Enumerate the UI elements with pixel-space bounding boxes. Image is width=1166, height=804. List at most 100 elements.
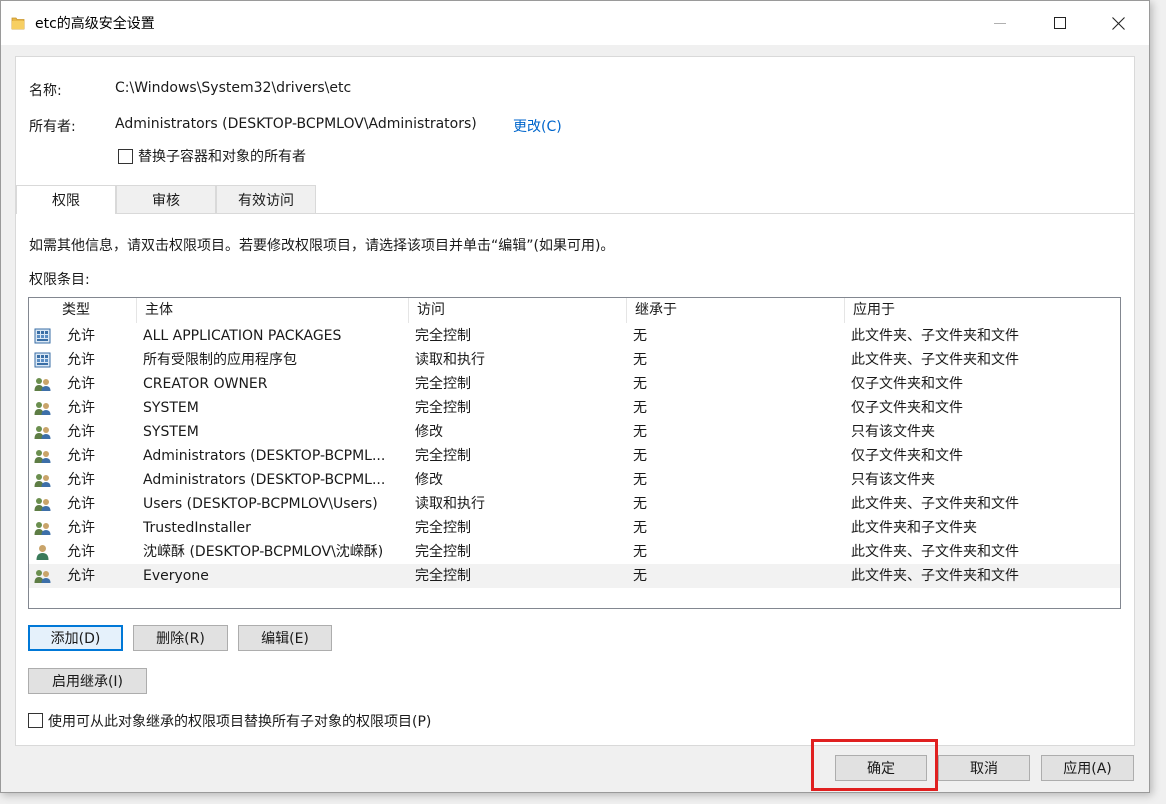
user-group-icon: [34, 448, 51, 464]
column-inherited-from[interactable]: 继承于: [627, 298, 845, 323]
permission-row[interactable]: 允许 Everyone 完全控制 无 此文件夹、子文件夹和文件: [29, 564, 1120, 588]
permission-row[interactable]: 允许 CREATOR OWNER 完全控制 无 仅子文件夹和文件: [29, 372, 1120, 396]
cell-type: 允许: [67, 568, 95, 584]
permission-row[interactable]: 允许 Users (DESKTOP-BCPMLOV\Users) 读取和执行 无 此文件…: [29, 492, 1120, 516]
cell-principal: ALL APPLICATION PACKAGES: [143, 328, 342, 344]
column-type[interactable]: 类型: [54, 298, 137, 323]
tab-permissions[interactable]: 权限: [16, 185, 116, 214]
cell-type: 允许: [67, 520, 95, 536]
cell-principal: 所有受限制的应用程序包: [143, 352, 297, 368]
cell-type: 允许: [67, 472, 95, 488]
cell-principal: 沈嵘酥 (DESKTOP-BCPMLOV\沈嵘酥): [143, 544, 384, 560]
cell-applies: 此文件夹、子文件夹和文件: [851, 496, 1019, 512]
cell-principal: TrustedInstaller: [143, 520, 251, 536]
minimize-icon: [994, 17, 1006, 29]
maximize-button[interactable]: [1031, 1, 1089, 45]
cell-access: 完全控制: [415, 520, 471, 536]
cell-inherited: 无: [633, 424, 647, 440]
replace-child-permissions-label[interactable]: 使用可从此对象继承的权限项目替换所有子对象的权限项目(P): [48, 711, 431, 731]
column-access[interactable]: 访问: [409, 298, 627, 323]
tab-auditing[interactable]: 审核: [116, 185, 216, 213]
ok-button-highlight: [811, 739, 938, 791]
permission-row[interactable]: 允许 所有受限制的应用程序包 读取和执行 无 此文件夹、子文件夹和文件: [29, 348, 1120, 372]
remove-button[interactable]: 删除(R): [133, 625, 228, 651]
cell-type: 允许: [67, 496, 95, 512]
permissions-hint: 如需其他信息，请双击权限项目。若要修改权限项目，请选择该项目并单击“编辑”(如果…: [29, 238, 615, 254]
cell-inherited: 无: [633, 520, 647, 536]
cell-access: 完全控制: [415, 328, 471, 344]
window-title: etc的高级安全设置: [35, 16, 155, 32]
cell-applies: 此文件夹和子文件夹: [851, 520, 977, 536]
cell-type: 允许: [67, 448, 95, 464]
user-group-icon: [34, 496, 51, 512]
permission-entries-list[interactable]: 类型 主体 访问 继承于 应用于 允许 ALL APPLICATION PACKA…: [28, 297, 1121, 609]
cell-inherited: 无: [633, 544, 647, 560]
permission-entries-label: 权限条目:: [29, 272, 90, 288]
replace-owner-checkbox[interactable]: [118, 149, 133, 164]
apply-button[interactable]: 应用(A): [1041, 755, 1134, 781]
add-button[interactable]: 添加(D): [28, 625, 123, 651]
advanced-security-settings-window: etc的高级安全设置 名称: C:\Windows\System32\drive…: [0, 0, 1150, 793]
change-owner-link[interactable]: 更改(C): [513, 116, 562, 136]
enable-inheritance-button[interactable]: 启用继承(I): [28, 668, 147, 694]
cell-inherited: 无: [633, 376, 647, 392]
cancel-button[interactable]: 取消: [938, 755, 1030, 781]
cell-principal: CREATOR OWNER: [143, 376, 268, 392]
replace-owner-label[interactable]: 替换子容器和对象的所有者: [138, 146, 306, 166]
cell-type: 允许: [67, 328, 95, 344]
tab-divider: [16, 213, 1134, 214]
cell-inherited: 无: [633, 400, 647, 416]
owner-value: Administrators (DESKTOP-BCPMLOV\Administ…: [115, 116, 477, 132]
cell-principal: Administrators (DESKTOP-BCPML...: [143, 448, 386, 464]
folder-icon: [11, 15, 25, 31]
cell-applies: 只有该文件夹: [851, 424, 935, 440]
cell-applies: 此文件夹、子文件夹和文件: [851, 544, 1019, 560]
permission-row[interactable]: 允许 SYSTEM 修改 无 只有该文件夹: [29, 420, 1120, 444]
permission-row[interactable]: 允许 Administrators (DESKTOP-BCPML... 完全控制 无 仅…: [29, 444, 1120, 468]
close-button[interactable]: [1089, 1, 1147, 45]
settings-panel: 名称: C:\Windows\System32\drivers\etc 所有者:…: [15, 56, 1135, 746]
maximize-icon: [1054, 17, 1066, 29]
cell-applies: 此文件夹、子文件夹和文件: [851, 352, 1019, 368]
user-group-icon: [34, 376, 51, 392]
replace-child-permissions-checkbox[interactable]: [28, 713, 43, 728]
permission-row[interactable]: 允许 沈嵘酥 (DESKTOP-BCPMLOV\沈嵘酥) 完全控制 无 此文件夹、子文件…: [29, 540, 1120, 564]
cell-applies: 仅子文件夹和文件: [851, 400, 963, 416]
minimize-button[interactable]: [971, 1, 1029, 45]
cell-access: 完全控制: [415, 400, 471, 416]
cell-access: 完全控制: [415, 544, 471, 560]
cell-inherited: 无: [633, 352, 647, 368]
cell-access: 完全控制: [415, 448, 471, 464]
user-icon: [34, 544, 51, 560]
cell-type: 允许: [67, 376, 95, 392]
cell-principal: Administrators (DESKTOP-BCPML...: [143, 472, 386, 488]
cell-access: 读取和执行: [415, 496, 485, 512]
permission-row[interactable]: 允许 SYSTEM 完全控制 无 仅子文件夹和文件: [29, 396, 1120, 420]
permission-row[interactable]: 允许 TrustedInstaller 完全控制 无 此文件夹和子文件夹: [29, 516, 1120, 540]
cell-type: 允许: [67, 352, 95, 368]
user-group-icon: [34, 400, 51, 416]
cell-applies: 仅子文件夹和文件: [851, 448, 963, 464]
tab-effective-access[interactable]: 有效访问: [216, 185, 316, 213]
edit-button[interactable]: 编辑(E): [238, 625, 332, 651]
user-group-icon: [34, 520, 51, 536]
cell-access: 读取和执行: [415, 352, 485, 368]
cell-inherited: 无: [633, 448, 647, 464]
cell-inherited: 无: [633, 328, 647, 344]
cell-access: 修改: [415, 472, 443, 488]
column-applies-to[interactable]: 应用于: [845, 298, 1120, 323]
owner-label: 所有者:: [29, 119, 76, 135]
cell-inherited: 无: [633, 568, 647, 584]
app-package-icon: [34, 328, 51, 344]
permission-row[interactable]: 允许 ALL APPLICATION PACKAGES 完全控制 无 此文件夹、子文件夹…: [29, 324, 1120, 348]
cell-applies: 仅子文件夹和文件: [851, 376, 963, 392]
cell-type: 允许: [67, 544, 95, 560]
cell-inherited: 无: [633, 496, 647, 512]
column-principal[interactable]: 主体: [137, 298, 409, 323]
cell-applies: 只有该文件夹: [851, 472, 935, 488]
cell-principal: SYSTEM: [143, 424, 199, 440]
close-icon: [1111, 16, 1125, 30]
cell-applies: 此文件夹、子文件夹和文件: [851, 328, 1019, 344]
title-bar[interactable]: etc的高级安全设置: [1, 1, 1149, 45]
permission-row[interactable]: 允许 Administrators (DESKTOP-BCPML... 修改 无 只有该…: [29, 468, 1120, 492]
